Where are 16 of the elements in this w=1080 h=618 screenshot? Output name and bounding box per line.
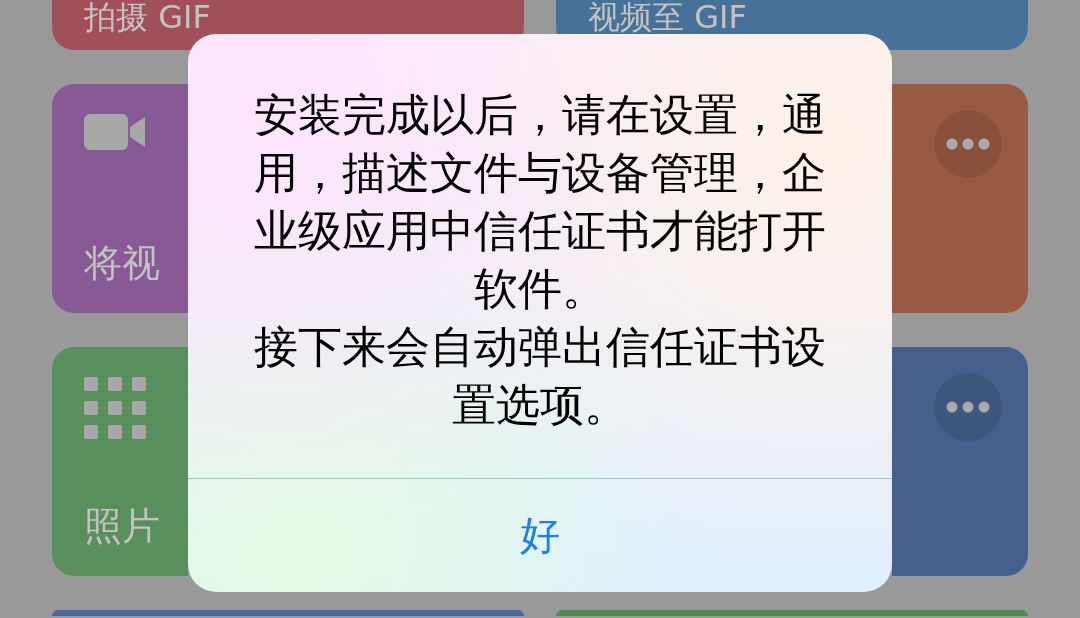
shortcut-tile[interactable]: 将视 [52,84,188,313]
shortcut-tile[interactable]: 拍摄 GIF [52,0,524,50]
shortcut-tile[interactable]: 视频至 GIF [556,0,1028,50]
alert-message: 安装完成以后，请在设置，通用，描述文件与设备管理，企业级应用中信任证书才能打开软件。 [253,88,827,316]
shortcut-title: 拍摄 GIF [84,1,212,33]
alert-message: 接下来会自动弹出信任证书设置选项。 [253,320,827,432]
ellipsis-icon [946,138,990,150]
shortcut-tile[interactable] [892,347,1028,576]
shortcut-tile[interactable] [892,84,1028,313]
grid-icon [84,377,146,439]
shortcut-tile[interactable]: 照片 [52,347,188,576]
shortcut-tile[interactable] [52,610,524,616]
ellipsis-icon [946,401,990,413]
shortcut-tile[interactable] [556,610,1028,616]
ok-button[interactable]: 好 [188,478,892,592]
shortcut-title: 视频至 GIF [588,1,748,33]
